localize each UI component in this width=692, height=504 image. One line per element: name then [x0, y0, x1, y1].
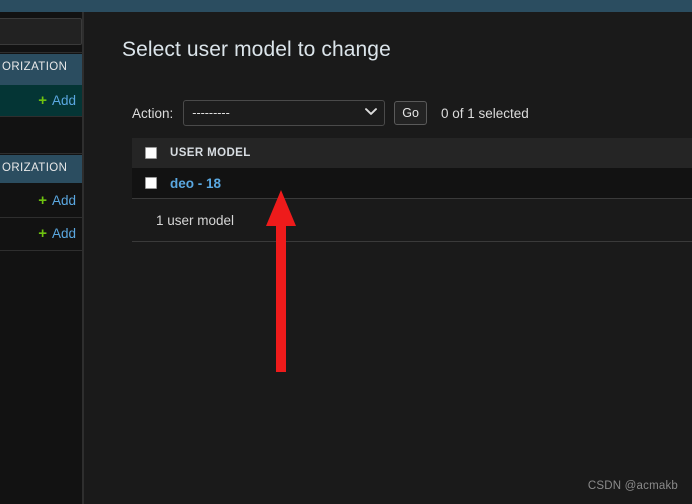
watermark-text: CSDN @acmakb [587, 480, 678, 492]
table-row: deo - 18 [132, 168, 692, 198]
action-select[interactable]: --------- [183, 100, 386, 126]
plus-icon: + [38, 92, 47, 109]
sidebar-item-add-2[interactable]: + Add [0, 185, 82, 216]
sidebar-add-label: Add [51, 193, 76, 208]
sidebar-divider [0, 52, 82, 53]
row-checkbox[interactable] [145, 177, 157, 189]
sidebar-divider [0, 153, 82, 154]
sidebar-section-header-1[interactable]: ORIZATION [0, 54, 82, 85]
plus-icon: + [38, 225, 47, 242]
sidebar-add-label: Add [51, 93, 76, 108]
action-select-wrapper: --------- [183, 100, 386, 126]
row-checkbox-cell[interactable] [132, 177, 170, 189]
plus-icon: + [38, 192, 47, 209]
result-count: 1 user model [156, 212, 235, 228]
row-link-user-model[interactable]: deo - 18 [170, 176, 221, 191]
sidebar-divider [0, 250, 82, 251]
table-header-row: USER MODEL [132, 138, 692, 168]
sidebar-add-label: Add [51, 226, 76, 241]
action-label: Action: [132, 105, 174, 121]
action-bar: Action: --------- Go 0 of 1 selected [132, 100, 529, 126]
main-content: Select user model to change Action: ----… [86, 12, 692, 504]
select-all-checkbox-cell[interactable] [132, 147, 170, 159]
go-button[interactable]: Go [394, 101, 427, 125]
admin-page-root: ORIZATION + Add ORIZATION + Add + Add Se… [0, 0, 692, 504]
results-table: USER MODEL deo - 18 1 user model [132, 138, 692, 242]
selected-count-text: 0 of 1 selected [440, 105, 529, 121]
sidebar-section-header-2[interactable]: ORIZATION [0, 155, 82, 183]
sidebar-divider [0, 116, 82, 117]
footer-rule [132, 241, 692, 242]
select-all-checkbox[interactable] [145, 147, 157, 159]
brand-top-bar [0, 0, 692, 12]
sidebar-item-add-1[interactable]: + Add [0, 85, 82, 116]
sidebar: ORIZATION + Add ORIZATION + Add + Add [0, 12, 84, 504]
column-header-user-model[interactable]: USER MODEL [170, 147, 251, 159]
sidebar-search-input[interactable] [0, 18, 82, 45]
sidebar-item-add-3[interactable]: + Add [0, 218, 82, 249]
page-title: Select user model to change [122, 38, 391, 61]
